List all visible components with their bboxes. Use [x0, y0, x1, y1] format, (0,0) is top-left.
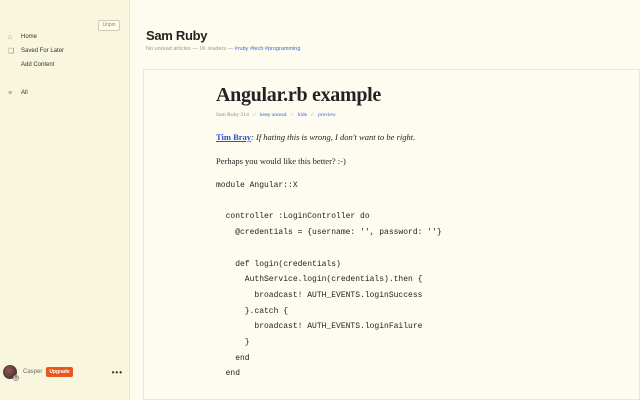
code-block: module Angular::X controller :LoginContr… [216, 181, 442, 379]
sidebar-nav: ⌂ Home ❑ Saved For Later Add Content [0, 30, 130, 72]
quote-text: : If hating this is wrong, I don't want … [251, 132, 416, 142]
article-card: Angular.rb example Sam Ruby 21d//keep un… [143, 69, 640, 400]
feed-title[interactable]: Sam Ruby [146, 28, 626, 43]
article-content: Angular.rb example Sam Ruby 21d//keep un… [216, 84, 616, 382]
preview-link[interactable]: preview [318, 112, 336, 118]
more-options-icon[interactable]: ••• [112, 368, 123, 377]
feed-stats: No unread articles — 1K readers — [146, 46, 235, 52]
home-icon: ⌂ [8, 33, 13, 41]
sidebar-section-all: ≡ All [0, 86, 130, 100]
settings-badge-icon: ⚙ [13, 375, 19, 381]
sidebar-item-label: Home [21, 34, 38, 40]
article-title[interactable]: Angular.rb example [216, 84, 616, 107]
article-paragraph-quote: Tim Bray: If hating this is wrong, I don… [216, 132, 616, 142]
upgrade-button[interactable]: Upgrade [46, 367, 73, 377]
hide-link[interactable]: hide [298, 112, 307, 118]
sidebar-item-add-content[interactable]: Add Content [0, 58, 130, 72]
feed-meta: No unread articles — 1K readers — #ruby … [146, 46, 626, 52]
sidebar-item-label: Add Content [21, 62, 55, 68]
feed-header: Sam Ruby No unread articles — 1K readers… [146, 28, 626, 52]
sidebar-item-label: Saved For Later [21, 48, 65, 54]
avatar[interactable]: ⚙ [3, 365, 19, 381]
feed-tags[interactable]: #ruby #tech #programming [235, 46, 301, 52]
sidebar-item-all[interactable]: ≡ All [0, 86, 130, 100]
user-bar: ⚙ Casper Upgrade ••• [3, 362, 127, 382]
sidebar-item-home[interactable]: ⌂ Home [0, 30, 130, 44]
sidebar-item-saved[interactable]: ❑ Saved For Later [0, 44, 130, 58]
article-byline: Sam Ruby 21d [216, 112, 249, 118]
user-name: Casper [23, 369, 43, 375]
article-meta: Sam Ruby 21d//keep unread//hide//preview [216, 112, 336, 118]
article-paragraph: Perhaps you would like this better? :-) [216, 156, 346, 166]
keep-unread-link[interactable]: keep unread [260, 112, 287, 118]
author-link[interactable]: Tim Bray [216, 132, 251, 142]
sidebar: Unpin ⌂ Home ❑ Saved For Later Add Conte… [0, 0, 130, 400]
bookmark-icon: ❑ [8, 48, 15, 55]
sidebar-item-label: All [21, 90, 28, 96]
list-icon: ≡ [8, 89, 13, 97]
